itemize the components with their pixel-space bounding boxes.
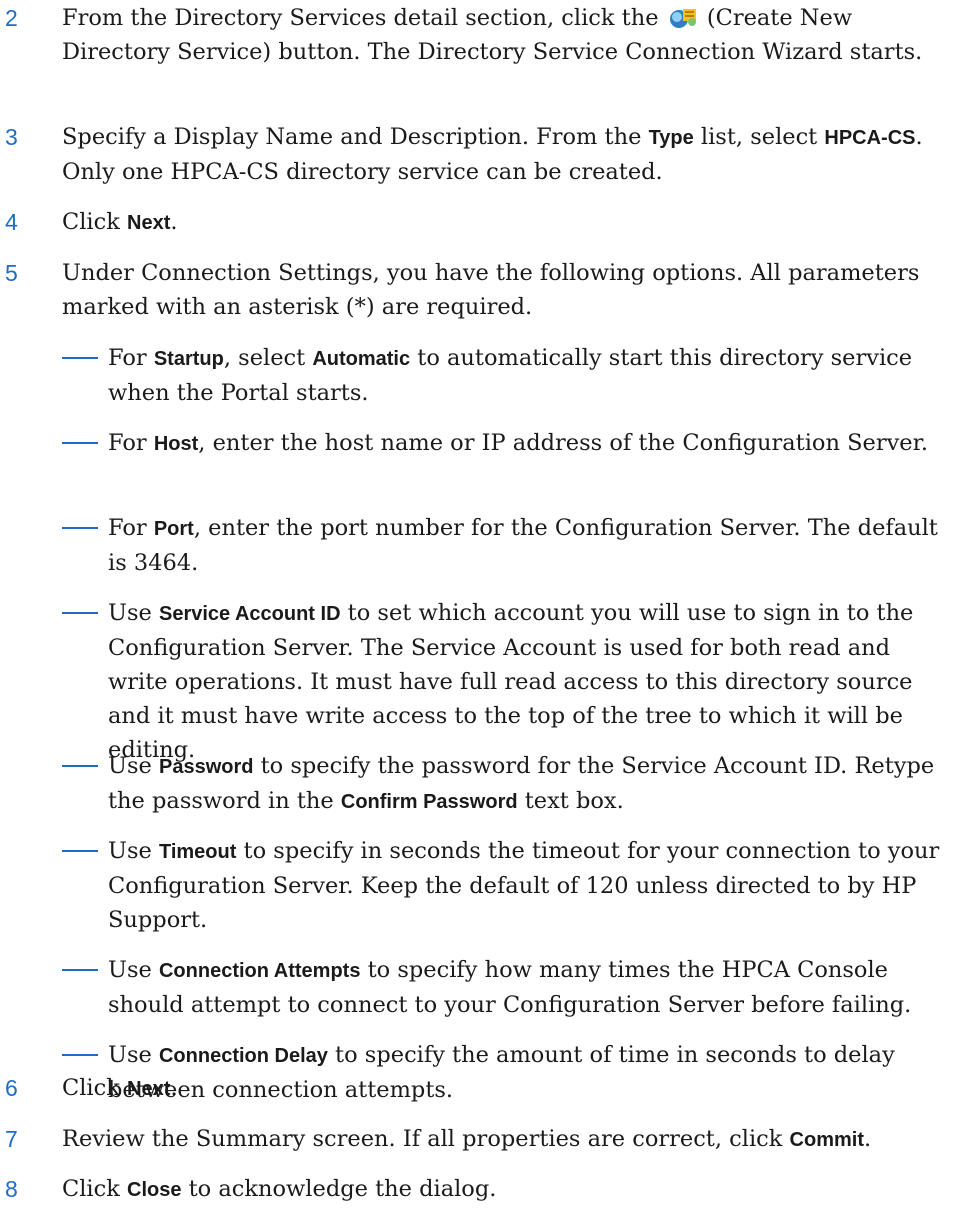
ui-term-port: Port: [153, 518, 194, 540]
ui-term-commit: Commit: [789, 1129, 864, 1151]
ui-term-connection-attempts: Connection Attempts: [158, 960, 361, 982]
em-dash-bullet: [62, 527, 98, 529]
step-text: Click Close to acknowledge the dialog.: [62, 1176, 497, 1202]
create-directory-service-icon: [668, 5, 698, 29]
option-text: For Startup, select Automatic to automat…: [108, 345, 913, 406]
ui-term-confirm-password: Confirm Password: [340, 791, 518, 813]
document-page: 2 From the Directory Services detail sec…: [0, 0, 973, 1218]
ui-term-automatic: Automatic: [312, 348, 411, 370]
em-dash-bullet: [62, 969, 98, 971]
ui-term-service-account-id: Service Account ID: [158, 603, 341, 625]
ui-term-next: Next: [127, 1078, 171, 1100]
ui-term-hpca-cs: HPCA-CS: [824, 127, 916, 149]
option-text: Use Service Account ID to set which acco…: [108, 600, 914, 763]
em-dash-bullet: [62, 357, 98, 359]
step-text: Click Next.: [62, 1075, 178, 1101]
em-dash-bullet: [62, 850, 98, 852]
ui-term-password: Password: [158, 756, 254, 778]
step-number: 8: [5, 1176, 18, 1202]
option-text: For Port, enter the port number for the …: [108, 515, 938, 576]
em-dash-bullet: [62, 612, 98, 614]
step-text: Review the Summary screen. If all proper…: [62, 1126, 872, 1152]
ui-term-type: Type: [648, 127, 694, 149]
ui-term-connection-delay: Connection Delay: [158, 1045, 328, 1067]
step-number: 2: [5, 5, 18, 31]
ui-term-timeout: Timeout: [158, 841, 237, 863]
step-number: 5: [5, 260, 18, 286]
step-text: Click Next.: [62, 209, 178, 235]
option-text: Use Timeout to specify in seconds the ti…: [108, 838, 940, 933]
em-dash-bullet: [62, 765, 98, 767]
em-dash-bullet: [62, 1054, 98, 1056]
em-dash-bullet: [62, 442, 98, 444]
option-text: Use Connection Attempts to specify how m…: [108, 957, 912, 1018]
step-number: 7: [5, 1126, 18, 1152]
step-text: Under Connection Settings, you have the …: [62, 260, 920, 320]
option-text: Use Password to specify the password for…: [108, 753, 935, 814]
ui-term-next: Next: [127, 212, 171, 234]
step-number: 3: [5, 124, 18, 150]
step-number: 6: [5, 1075, 18, 1101]
step-text: From the Directory Services detail secti…: [62, 5, 923, 65]
option-text: For Host, enter the host name or IP addr…: [108, 430, 929, 456]
ui-term-close: Close: [127, 1179, 182, 1201]
step-number: 4: [5, 209, 18, 235]
ui-term-startup: Startup: [153, 348, 224, 370]
ui-term-host: Host: [153, 433, 199, 455]
step-text: Specify a Display Name and Description. …: [62, 124, 923, 185]
